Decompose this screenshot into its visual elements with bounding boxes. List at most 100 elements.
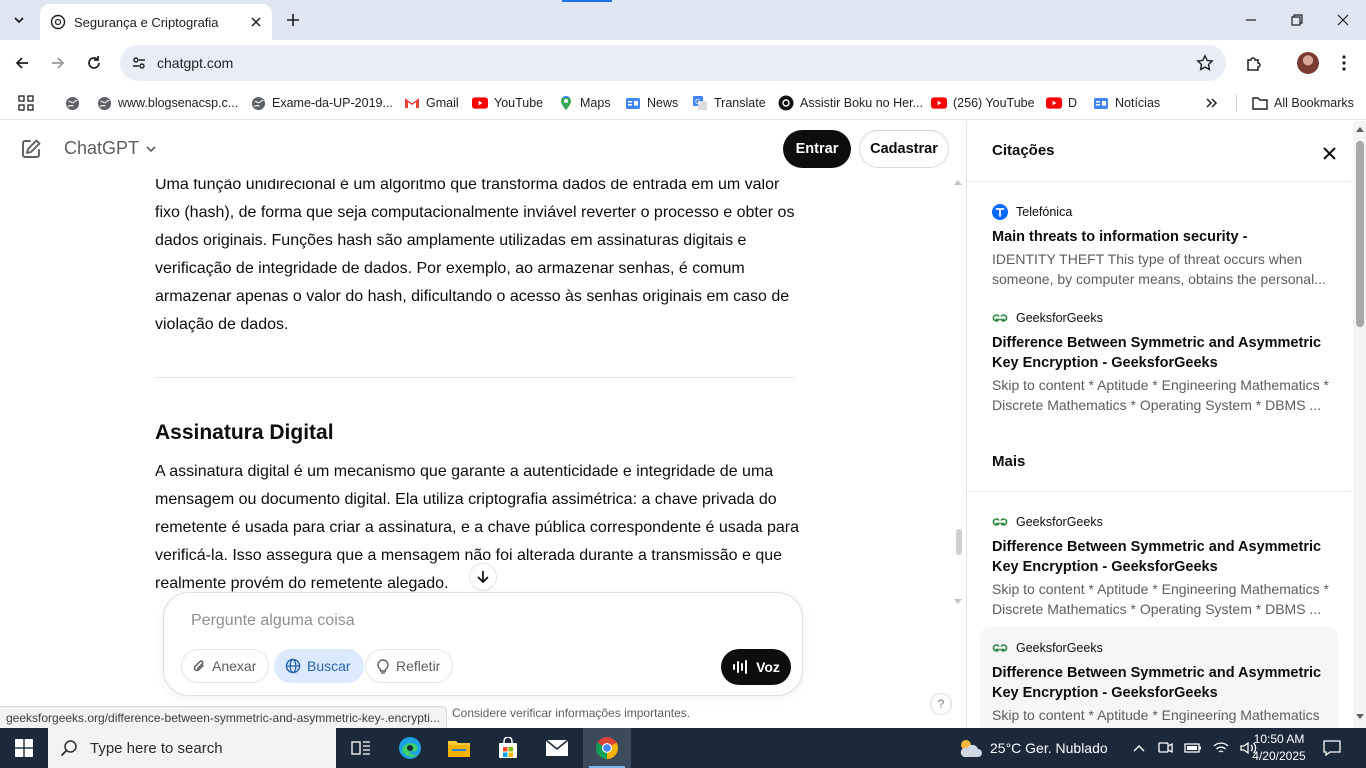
citation-item[interactable]: GeeksforGeeks Difference Between Symmetr… (992, 513, 1332, 619)
extensions-button[interactable] (1240, 49, 1268, 77)
bookmark-noticias[interactable]: Notícias (1093, 92, 1160, 114)
voice-button[interactable]: Voz (721, 649, 791, 685)
message-composer[interactable]: Pergunte alguma coisa Anexar Buscar Refl… (163, 592, 803, 696)
forward-button[interactable] (44, 49, 72, 77)
citations-scrollbar-thumb[interactable] (1356, 141, 1364, 327)
wifi-icon[interactable] (1213, 741, 1229, 755)
store-taskbar-button[interactable] (484, 728, 532, 768)
restore-button[interactable] (1274, 0, 1320, 40)
folder-icon (448, 741, 470, 757)
page-scrollbar[interactable] (951, 179, 965, 728)
all-bookmarks-button[interactable]: All Bookmarks (1252, 92, 1354, 114)
taskbar: Type here to search 25°C Ger. Nublado 10… (0, 728, 1366, 768)
bookmark-maps[interactable]: Maps (558, 92, 611, 114)
close-window-button[interactable] (1320, 0, 1366, 40)
taskbar-search[interactable]: Type here to search (48, 728, 336, 768)
weather-widget[interactable]: 25°C Ger. Nublado (956, 728, 1108, 768)
bookmark-d[interactable]: D (1046, 92, 1077, 114)
notifications-button[interactable] (1322, 728, 1342, 768)
bookmark-label: www.blogsenacsp.c... (118, 96, 239, 110)
globe-icon (64, 95, 80, 111)
citation-source-name: GeeksforGeeks (1016, 311, 1103, 325)
bookmark-boku[interactable]: Assistir Boku no Her... (778, 92, 923, 114)
section-divider (155, 377, 795, 378)
bookmark-youtube[interactable]: YouTube (472, 92, 543, 114)
edge-icon (399, 737, 421, 759)
scroll-down-arrow-icon[interactable] (954, 599, 962, 605)
citations-scrollbar[interactable] (1353, 121, 1366, 728)
bookmark-youtube-256[interactable]: (256) YouTube (931, 92, 1035, 114)
new-tab-button[interactable] (282, 9, 304, 31)
edge-taskbar-button[interactable] (386, 728, 434, 768)
browser-tab[interactable]: Segurança e Criptografia (40, 4, 272, 40)
address-bar[interactable]: chatgpt.com (120, 45, 1226, 81)
browser-menu-button[interactable] (1330, 49, 1358, 77)
clock[interactable]: 10:50 AM 4/20/2025 (1244, 731, 1314, 765)
bookmark-exame[interactable]: Exame-da-UP-2019... (250, 92, 393, 114)
paperclip-icon (193, 660, 204, 672)
mail-taskbar-button[interactable] (533, 728, 581, 768)
voice-waveform-icon (733, 660, 748, 674)
bookmark-gmail[interactable]: Gmail (404, 92, 459, 114)
citations-divider (967, 181, 1351, 182)
section-heading: Assinatura Digital (155, 421, 334, 444)
model-selector[interactable]: ChatGPT (64, 138, 157, 159)
citation-source-name: Telefónica (1016, 205, 1073, 219)
mail-icon (545, 739, 569, 756)
reload-button[interactable] (80, 49, 108, 77)
new-chat-icon[interactable] (20, 138, 42, 165)
profile-button[interactable] (1294, 49, 1322, 77)
arrow-down-icon (477, 571, 489, 584)
search-label: Buscar (307, 658, 351, 674)
back-button[interactable] (8, 49, 36, 77)
login-button[interactable]: Entrar (783, 130, 851, 168)
bookmark-globe[interactable] (64, 92, 86, 114)
scroll-up-arrow-icon[interactable] (1356, 126, 1364, 132)
battery-icon[interactable] (1184, 742, 1202, 754)
scroll-up-arrow-icon[interactable] (954, 179, 962, 185)
help-button[interactable]: ? (930, 693, 952, 715)
disclaimer-text: Considere verificar informações importan… (452, 706, 691, 720)
bookmark-label: Gmail (426, 96, 459, 110)
system-tray (1132, 728, 1258, 768)
bookmark-label: Maps (580, 96, 611, 110)
bookmarks-overflow-button[interactable] (1204, 92, 1218, 114)
task-view-button[interactable] (337, 728, 385, 768)
citation-item[interactable]: GeeksforGeeks Difference Between Symmetr… (992, 309, 1332, 415)
scroll-to-bottom-button[interactable] (469, 563, 497, 591)
site-info-icon[interactable] (130, 54, 148, 72)
message-content: Uma função unidirecional é um algoritmo … (155, 171, 800, 339)
search-toggle-button[interactable]: Buscar (274, 649, 364, 683)
plus-icon (287, 14, 299, 26)
apps-button[interactable] (18, 92, 34, 114)
gmail-icon (404, 95, 420, 111)
page-scrollbar-thumb[interactable] (956, 529, 962, 555)
meet-now-icon[interactable] (1157, 740, 1173, 756)
citation-source: GeeksforGeeks (992, 639, 1326, 657)
composer-input[interactable]: Pergunte alguma coisa (191, 612, 355, 630)
geeksforgeeks-icon (992, 518, 1008, 526)
file-explorer-taskbar-button[interactable] (435, 728, 483, 768)
tab-search-button[interactable] (6, 7, 32, 33)
tab-close-icon[interactable] (248, 14, 264, 30)
reason-button[interactable]: Refletir (365, 649, 454, 683)
task-view-icon (351, 741, 370, 755)
minimize-button[interactable] (1228, 0, 1274, 40)
close-citations-icon[interactable] (1319, 143, 1339, 163)
attach-button[interactable]: Anexar (181, 649, 270, 683)
citation-description: IDENTITY THEFT This type of threat occur… (992, 251, 1326, 287)
citation-item-hovered[interactable]: GeeksforGeeks Difference Between Symmetr… (980, 627, 1338, 728)
bookmark-blogsenacsp[interactable]: www.blogsenacsp.c... (96, 92, 238, 114)
bookmark-star-icon[interactable] (1196, 54, 1214, 77)
globe-icon (96, 95, 112, 111)
geeksforgeeks-icon (992, 314, 1008, 322)
bookmark-news[interactable]: News (625, 92, 678, 114)
chrome-taskbar-button[interactable] (583, 728, 631, 768)
signup-button[interactable]: Cadastrar (859, 130, 949, 168)
citation-item[interactable]: Telefónica Main threats to information s… (992, 203, 1332, 289)
scroll-down-arrow-icon[interactable] (1356, 714, 1364, 720)
bookmark-translate[interactable]: G Translate (692, 92, 766, 114)
double-chevron-right-icon (1206, 98, 1218, 108)
chevron-up-icon[interactable] (1132, 741, 1146, 755)
start-button[interactable] (0, 728, 48, 768)
